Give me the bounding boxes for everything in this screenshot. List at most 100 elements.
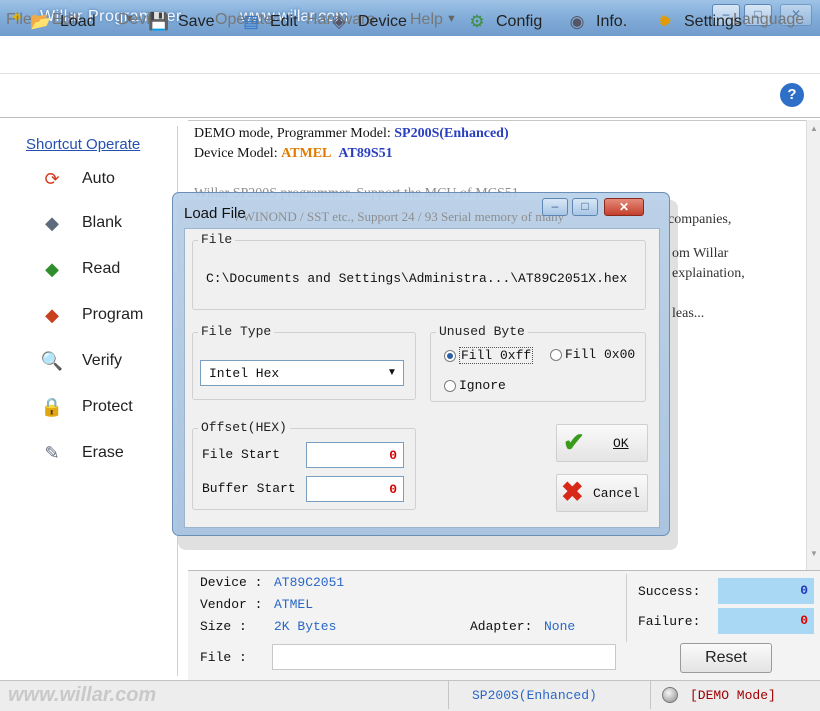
dialog-title: Load File	[184, 205, 246, 222]
radio-fill-00[interactable]: Fill 0x00	[550, 347, 635, 362]
toolbar	[0, 74, 820, 118]
buffer-start-label: Buffer Start	[202, 481, 296, 496]
save-label: Save	[178, 13, 215, 30]
device-label: Device	[358, 13, 407, 30]
shortcut-operate-title[interactable]: Shortcut Operate	[26, 136, 140, 153]
success-label: Success:	[638, 584, 701, 599]
menu-language[interactable]: Language	[733, 11, 804, 29]
status-divider	[448, 681, 449, 709]
sidebar-item-erase[interactable]: ✎ Erase	[36, 438, 124, 468]
log-device-prefix: Device Model:	[194, 146, 282, 161]
sidebar-item-label: Auto	[82, 170, 115, 187]
file-type-select[interactable]: Intel Hex ▼	[200, 360, 404, 386]
chip-device-icon: ◈	[332, 12, 346, 31]
sidebar-item-protect[interactable]: 🔒 Protect	[36, 392, 133, 422]
device-info-value: AT89C2051	[274, 575, 345, 590]
sidebar-item-label: Read	[82, 260, 121, 277]
file-group-label: File	[198, 232, 236, 247]
chevron-down-icon: ▼	[387, 367, 397, 378]
device-button[interactable]: ◈ Device	[326, 6, 407, 38]
blank-chip-icon: ◆	[45, 212, 59, 233]
sidebar-item-program[interactable]: ◆ Program	[36, 300, 143, 330]
program-chip-icon: ◆	[45, 304, 59, 325]
config-gears-icon: ⚙	[469, 12, 485, 31]
success-value: 0	[800, 583, 808, 598]
load-button[interactable]: 📂 Load	[28, 6, 96, 38]
info-button[interactable]: ◉ Info.	[564, 6, 628, 38]
cancel-label: Cancel	[593, 486, 640, 501]
info-chip-icon: ◉	[569, 12, 585, 31]
help-icon[interactable]: ?	[780, 83, 804, 107]
log-line-bg-4: explaination,	[672, 266, 745, 281]
log-mode-prefix: DEMO mode, Programmer Model:	[194, 126, 395, 141]
scroll-down-arrow-icon[interactable]: ▼	[807, 549, 820, 558]
config-label: Config	[496, 13, 543, 30]
ignore-label: Ignore	[459, 378, 506, 393]
radio-ignore[interactable]: Ignore	[444, 378, 506, 393]
dialog-close-button[interactable]: ✕	[604, 198, 644, 216]
scroll-up-arrow-icon[interactable]: ▲	[807, 124, 820, 133]
size-info-label: Size :	[200, 619, 247, 634]
dialog-minimize-button[interactable]: –	[542, 198, 568, 216]
offset-label: Offset(HEX)	[198, 420, 290, 435]
fill-ff-label: Fill 0xff	[459, 347, 534, 364]
file-info-label: File :	[200, 650, 247, 665]
ok-button[interactable]: ✔ OK	[556, 424, 648, 462]
config-button[interactable]: ⚙ Config	[464, 6, 542, 38]
sidebar-item-label: Protect	[82, 398, 133, 415]
erase-eraser-icon: ✎	[44, 442, 60, 463]
settings-button[interactable]: ✹ Settings	[652, 6, 742, 38]
file-info-field	[272, 644, 616, 670]
failure-label: Failure:	[638, 614, 701, 629]
info-log-scrollbar[interactable]: ▲ ▼	[806, 120, 820, 570]
file-start-label: File Start	[202, 447, 281, 462]
edit-button[interactable]: ▤ Edit	[238, 6, 298, 38]
sidebar-item-read[interactable]: ◆ Read	[36, 254, 120, 284]
file-start-input[interactable]: 0	[306, 442, 404, 468]
success-counter: 0	[718, 578, 814, 604]
device-maker-value: ATMEL	[281, 146, 332, 161]
programmer-model-value: SP200S(Enhanced)	[394, 126, 509, 141]
device-model-value: AT89S51	[338, 146, 393, 161]
load-label: Load	[60, 13, 96, 30]
adapter-info-value: None	[544, 619, 576, 634]
failure-value: 0	[800, 613, 808, 628]
log-line-mode: DEMO mode, Programmer Model: SP200S(Enha…	[194, 126, 509, 142]
info-label: Info.	[596, 13, 628, 30]
sidebar-item-blank[interactable]: ◆ Blank	[36, 208, 122, 238]
dialog-title-overlap-text: / WINOND / SST etc., Support 24 / 93 Ser…	[236, 209, 565, 224]
radio-selected-icon	[444, 349, 456, 362]
radio-unselected-icon	[444, 379, 456, 392]
sidebar-item-label: Program	[82, 306, 144, 323]
sidebar-item-verify[interactable]: 🔍 Verify	[36, 346, 122, 376]
checkmark-icon: ✔	[563, 427, 585, 457]
settings-label: Settings	[684, 13, 742, 30]
size-info-value: 2K Bytes	[274, 619, 337, 634]
file-path-display[interactable]: C:\Documents and Settings\Administra...\…	[206, 271, 627, 286]
status-mode: [DEMO Mode]	[690, 688, 776, 703]
auto-refresh-icon: ⟳	[44, 168, 60, 189]
cancel-button[interactable]: ✖ Cancel	[556, 474, 648, 512]
buffer-start-value: 0	[389, 482, 397, 497]
save-button[interactable]: 💾 Save	[146, 6, 214, 38]
log-line-device: Device Model: ATMEL AT89S51	[194, 146, 393, 162]
device-dropdown-arrow-icon[interactable]: ▼	[446, 13, 457, 25]
status-programmer: SP200S(Enhanced)	[472, 688, 597, 703]
verify-magnifier-icon: 🔍	[40, 350, 64, 371]
sidebar-item-auto[interactable]: ⟳ Auto	[36, 164, 115, 194]
buffer-start-input[interactable]: 0	[306, 476, 404, 502]
load-dropdown-arrow-icon[interactable]: ▼	[124, 13, 135, 25]
dialog-maximize-button[interactable]: □	[572, 198, 598, 216]
edit-label: Edit	[270, 13, 298, 30]
floppy-disk-icon: 💾	[148, 12, 170, 31]
file-start-value: 0	[389, 448, 397, 463]
device-info-label: Device :	[200, 575, 263, 590]
menu-bar	[0, 36, 820, 74]
sidebar-item-label: Blank	[82, 214, 123, 231]
radio-unselected-icon	[550, 348, 562, 361]
unused-byte-label: Unused Byte	[436, 324, 528, 339]
radio-fill-ff[interactable]: Fill 0xff	[444, 347, 534, 364]
reset-button[interactable]: Reset	[680, 643, 772, 673]
sidebar-item-label: Erase	[82, 444, 124, 461]
menu-help[interactable]: Help	[410, 11, 443, 29]
